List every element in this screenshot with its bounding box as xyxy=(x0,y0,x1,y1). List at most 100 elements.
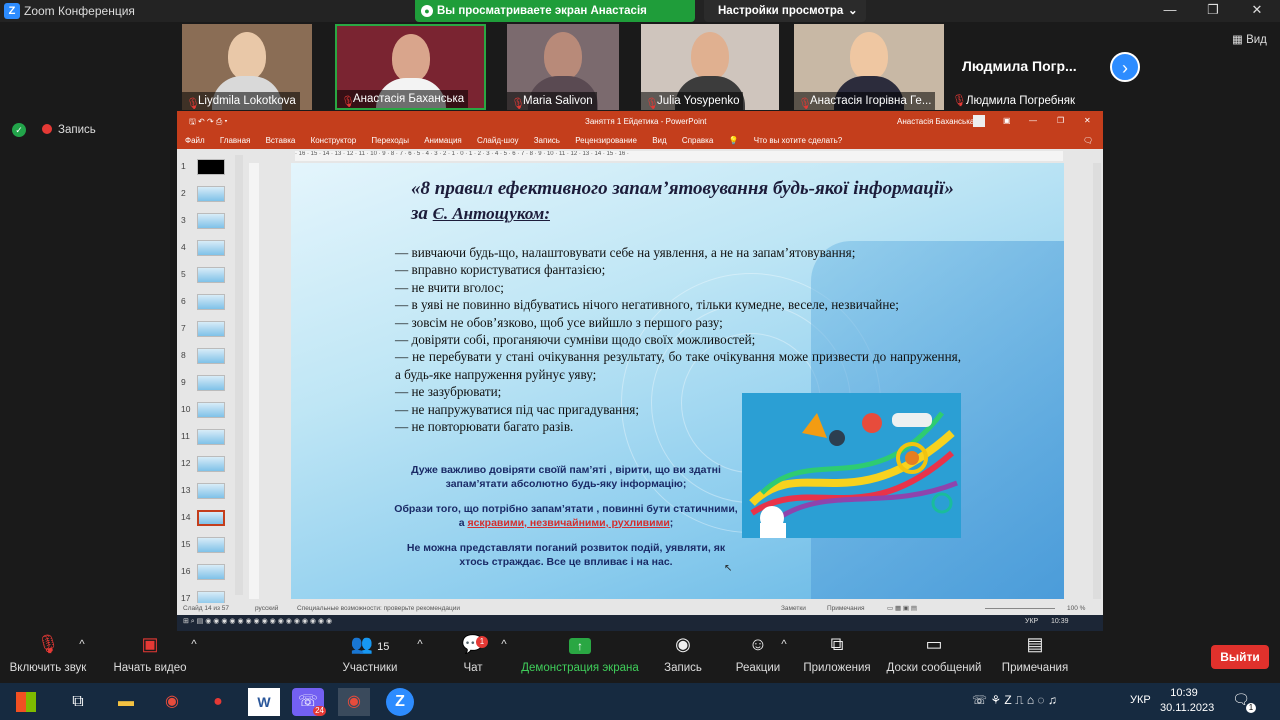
audio-options-caret[interactable]: ^ xyxy=(74,639,90,651)
slide-thumbnail[interactable] xyxy=(197,159,225,175)
video-options-caret[interactable]: ^ xyxy=(186,639,202,651)
leave-meeting-button[interactable]: Выйти xyxy=(1211,645,1269,669)
slide-number: 13 xyxy=(181,485,191,495)
ppt-maximize-button[interactable]: ❐ xyxy=(1057,116,1064,125)
video-tile[interactable]: 🎙 Анастасія Ігорівна Ге... xyxy=(794,24,944,110)
participant-name: 🎙 Анастасія Ігорівна Ге... xyxy=(794,92,936,110)
record-button[interactable]: ◉ Запись xyxy=(660,634,706,674)
ribbon-tab[interactable]: Вставка xyxy=(266,136,296,145)
system-tray-icons[interactable]: ☏ ⚘ Z ⎍ ⌂ ◌ ♫ xyxy=(972,693,1057,708)
rule-item: — зовсім не обов’язково, щоб усе вийшло … xyxy=(395,314,723,330)
slide-thumbnail[interactable] xyxy=(197,321,225,337)
chat-button[interactable]: 💬 Чат 1 xyxy=(456,634,490,674)
slide-thumbnail[interactable] xyxy=(197,510,225,526)
ribbon-tab[interactable]: Слайд-шоу xyxy=(477,136,518,145)
slide-thumbnail[interactable] xyxy=(197,213,225,229)
reactions-caret[interactable]: ^ xyxy=(776,639,792,651)
slide-thumbnail[interactable] xyxy=(197,456,225,472)
apps-button[interactable]: ⧉ Приложения xyxy=(800,634,874,674)
avatar[interactable] xyxy=(973,115,985,127)
notes-button[interactable]: Заметки xyxy=(781,605,806,612)
chrome-icon[interactable]: ◉ xyxy=(156,688,188,716)
ppt-minimize-button[interactable]: — xyxy=(1029,116,1037,125)
participant-face xyxy=(850,32,888,80)
app-icon[interactable]: ● xyxy=(202,688,234,716)
ribbon-tab[interactable]: Главная xyxy=(220,136,250,145)
language-indicator[interactable]: русский xyxy=(255,605,278,612)
video-tile[interactable]: 🎙 Liydmila Lokotkova xyxy=(182,24,312,110)
input-language[interactable]: УКР xyxy=(1130,694,1151,706)
slide-thumbnail[interactable] xyxy=(197,429,225,445)
zoom-level[interactable]: 100 % xyxy=(1067,605,1085,612)
slide-thumbnail[interactable] xyxy=(197,483,225,499)
participants-caret[interactable]: ^ xyxy=(412,639,428,651)
notes-button-zoom[interactable]: ▤ Примечания xyxy=(998,634,1072,674)
participants-icon: 👥 15 xyxy=(350,634,390,654)
minimize-button[interactable]: — xyxy=(1155,2,1185,17)
close-button[interactable]: ✕ xyxy=(1242,2,1272,18)
ribbon-tab[interactable]: Вид xyxy=(652,136,666,145)
view-settings-dropdown[interactable]: Настройки просмотра ⌄ xyxy=(704,0,866,22)
whiteboards-button[interactable]: ▭ Доски сообщений xyxy=(884,634,984,674)
recording-label: Запись xyxy=(58,124,96,136)
task-view-icon[interactable]: ⧉ xyxy=(62,688,94,716)
chat-caret[interactable]: ^ xyxy=(496,639,512,651)
shared-screen: 🖫 ↶ ↷ ⎙ ▾ Заняття 1 Ейдетика - PowerPoin… xyxy=(177,111,1103,631)
slide-scrollbar[interactable] xyxy=(1093,163,1101,599)
slide-thumbnail[interactable] xyxy=(197,348,225,364)
slide-number: 6 xyxy=(181,296,186,306)
ribbon-tab[interactable]: Переходы xyxy=(371,136,409,145)
word-icon[interactable]: W xyxy=(248,688,280,716)
slide-thumbnail[interactable] xyxy=(197,240,225,256)
maximize-button[interactable]: ❐ xyxy=(1198,2,1228,18)
slide-thumbnail[interactable] xyxy=(197,564,225,580)
slide-canvas[interactable]: «8 правил ефективного запам’ятовування б… xyxy=(291,163,1064,599)
comment-icon[interactable]: 🗨 xyxy=(1083,136,1093,145)
tell-me-input[interactable]: Что вы хотите сделать? xyxy=(754,136,842,145)
file-explorer-icon[interactable]: ▬ xyxy=(110,688,142,716)
slide-thumbnail[interactable] xyxy=(197,537,225,553)
unmute-label: Включить звук xyxy=(9,662,87,674)
ribbon-options-icon[interactable]: ▣ xyxy=(1003,116,1011,125)
slide-thumbnail[interactable] xyxy=(197,375,225,391)
slide-thumbnail[interactable] xyxy=(197,186,225,202)
notification-icon[interactable]: 🗨 1 xyxy=(1230,691,1256,713)
video-tile-no-camera[interactable]: Людмила Погр... 🎙 Людмила Погребняк xyxy=(946,24,1096,110)
ribbon-tab[interactable]: Запись xyxy=(534,136,560,145)
video-tile[interactable]: 🎙 Julia Yosypenko xyxy=(641,24,779,110)
slide-thumbnail[interactable] xyxy=(197,267,225,283)
reactions-button[interactable]: ☺ Реакции xyxy=(734,634,782,674)
slide-thumbnail[interactable] xyxy=(197,294,225,310)
slide-thumbnail[interactable] xyxy=(197,402,225,418)
ribbon-tab[interactable]: Анимация xyxy=(424,136,462,145)
chrome-active-icon[interactable]: ◉ xyxy=(338,688,370,716)
taskbar-clock[interactable]: 10:39 30.11.2023 xyxy=(1160,686,1214,716)
ppt-close-button[interactable]: ✕ xyxy=(1084,116,1091,125)
participant-name-text: Liydmila Lokotkova xyxy=(198,95,296,107)
zoom-taskbar-icon[interactable]: Z xyxy=(386,688,414,716)
zoom-control-bar: 🎙 Включить звук ^ ▣ Начать видео ^ 👥 15 Учас… xyxy=(0,631,1280,683)
ribbon-tab[interactable]: Справка xyxy=(682,136,713,145)
participants-button[interactable]: 👥 15 Участники xyxy=(338,634,402,674)
accessibility-status[interactable]: Специальные возможности: проверьте реком… xyxy=(297,605,460,612)
start-video-button[interactable]: ▣ Начать видео xyxy=(112,634,188,674)
ribbon-tab[interactable]: Конструктор xyxy=(311,136,357,145)
view-button[interactable]: ▦ Вид xyxy=(1232,32,1267,46)
quick-access-icons[interactable]: 🖫 ↶ ↷ ⎙ ▾ xyxy=(189,116,227,130)
video-tile[interactable]: 🎙 Maria Salivon xyxy=(507,24,619,110)
view-mode-icons[interactable]: ▭ ▦ ▣ ▤ xyxy=(887,604,917,612)
next-page-button[interactable]: › xyxy=(1110,52,1140,82)
viber-icon[interactable]: ☏ 24 xyxy=(292,688,326,716)
thumbnail-scrollbar[interactable] xyxy=(235,155,243,595)
record-icon: ◉ xyxy=(675,634,691,654)
video-tile-active[interactable]: 🎙 Анастасія Баханська xyxy=(335,24,486,110)
security-shield-icon[interactable]: ✓ xyxy=(12,123,26,137)
view-label: Вид xyxy=(1246,34,1267,46)
ribbon-tab[interactable]: Файл xyxy=(185,136,205,145)
ribbon-tab[interactable]: Рецензирование xyxy=(575,136,637,145)
share-screen-button[interactable]: ↑ Демонстрация экрана xyxy=(518,634,642,674)
comments-button[interactable]: Примечания xyxy=(827,605,865,612)
windows-start-icon[interactable] xyxy=(10,688,42,716)
recording-indicator[interactable]: Запись xyxy=(42,124,96,136)
zoom-slider[interactable] xyxy=(985,608,1055,609)
